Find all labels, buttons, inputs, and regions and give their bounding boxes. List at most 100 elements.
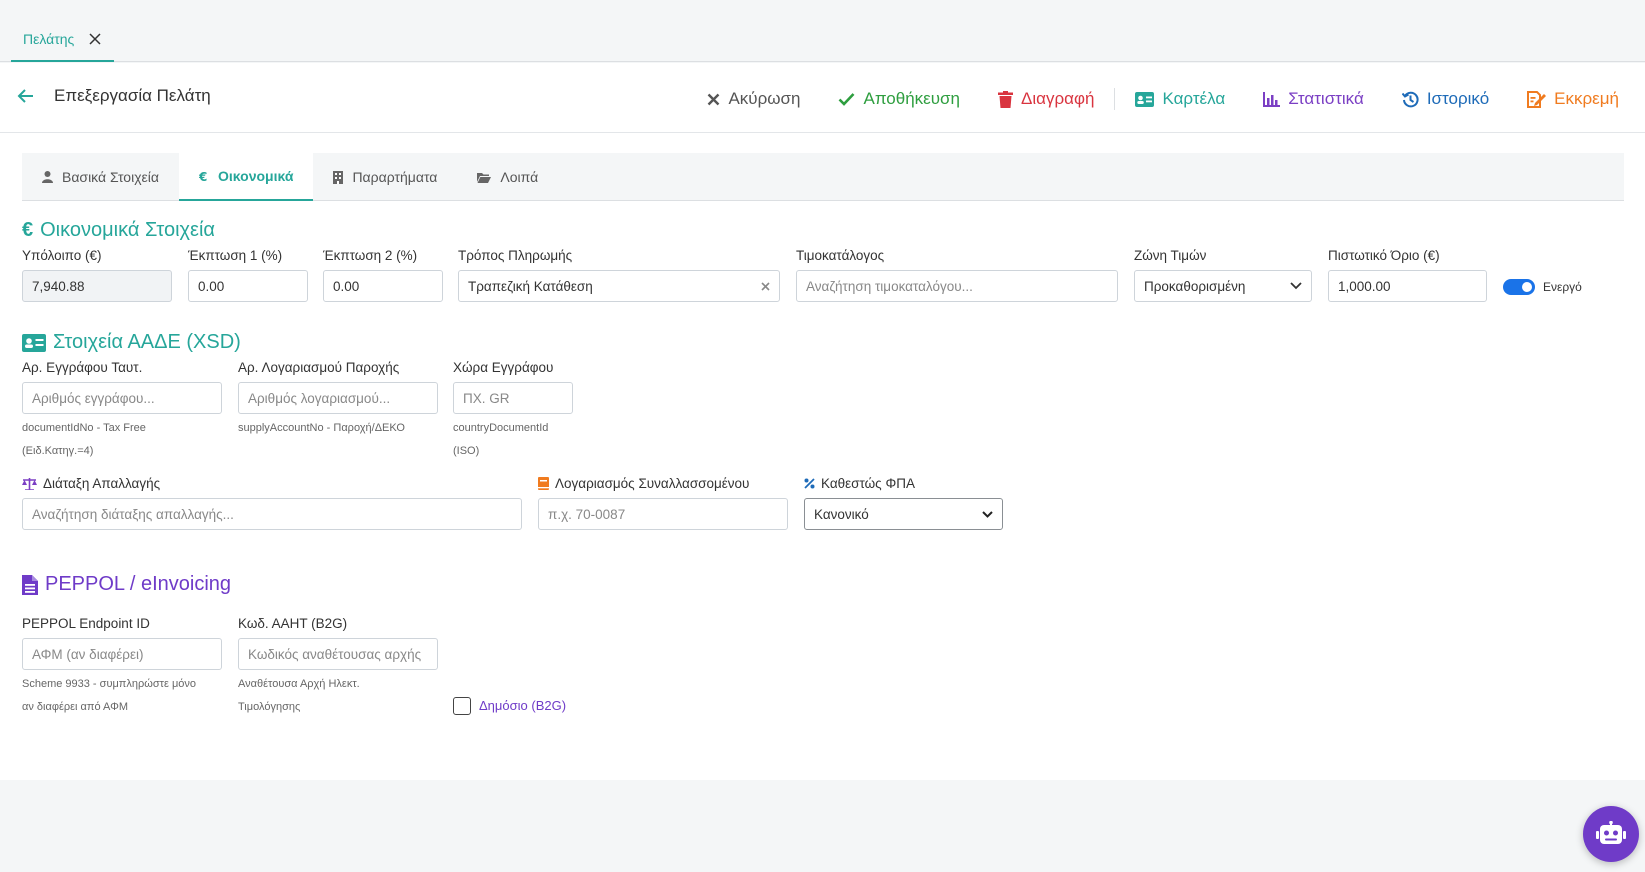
assistant-fab-button[interactable] (1583, 806, 1639, 862)
price-zone-label: Ζώνη Τιμών (1134, 248, 1207, 263)
peppol-endpoint-help-line2: αν διαφέρει από ΑΦΜ (22, 701, 129, 713)
financial-section-title: € Οικονομικά Στοιχεία (22, 219, 215, 242)
credit-limit-label: Πιστωτικό Όριο (€) (1328, 248, 1440, 263)
price-zone-select[interactable]: Προκαθορισμένη (1134, 270, 1312, 302)
country-document-help-line2: (ISO) (453, 445, 480, 457)
statistics-label: Στατιστικά (1288, 89, 1364, 108)
peppol-title-text: PEPPOL / eInvoicing (45, 573, 232, 595)
document-tabbar: Πελάτης (0, 18, 1645, 62)
aaht-code-help-line2: Τιμολόγησης (238, 701, 301, 713)
tab-basic-info-label: Βασικά Στοιχεία (62, 169, 160, 185)
country-document-input[interactable] (453, 382, 573, 414)
counterparty-account-label: Λογαριασμός Συναλλασσομένου (538, 476, 749, 491)
discount2-label: Έκπτωση 2 (%) (323, 248, 418, 263)
pending-icon (1527, 90, 1547, 108)
cancel-label: Ακύρωση (728, 89, 801, 108)
document-id-help-line2: (Ειδ.Κατηγ.=4) (22, 445, 94, 457)
card-label: Καρτέλα (1162, 89, 1226, 108)
statistics-button[interactable]: Στατιστικά (1263, 89, 1364, 109)
percent-icon (804, 478, 815, 489)
active-toggle[interactable] (1503, 279, 1535, 295)
trash-icon (998, 90, 1013, 108)
card-button[interactable]: Καρτέλα (1135, 89, 1225, 109)
pricelist-label: Τιμοκατάλογος (796, 248, 885, 263)
supply-account-input[interactable] (238, 382, 438, 414)
document-icon (22, 574, 38, 595)
check-icon (839, 93, 855, 106)
id-card-icon (22, 333, 46, 352)
credit-limit-field[interactable] (1328, 270, 1487, 302)
peppol-section-title: PEPPOL / eInvoicing (22, 573, 231, 596)
counterparty-account-input[interactable] (538, 498, 788, 530)
peppol-endpoint-input[interactable] (22, 638, 222, 670)
clear-icon[interactable] (761, 281, 770, 291)
tab-branches-label: Παραρτήματα (352, 169, 438, 185)
user-icon (42, 171, 53, 183)
delete-button[interactable]: Διαγραφή (998, 89, 1094, 109)
chevron-down-icon (982, 510, 993, 518)
pending-label: Εκκρεμή (1554, 89, 1619, 108)
exemption-search-input[interactable] (22, 498, 522, 530)
exemption-label: Διάταξη Απαλλαγής (22, 476, 160, 491)
vat-regime-value: Κανονικό (814, 506, 869, 522)
counterparty-account-label-text: Λογαριασμός Συναλλασσομένου (555, 476, 750, 491)
tab-customer[interactable]: Πελάτης (11, 18, 115, 62)
vat-regime-label-text: Καθεστώς ΦΠΑ (821, 476, 915, 491)
document-id-help-line1: documentIdNo - Tax Free (22, 422, 146, 434)
pending-button[interactable]: Εκκρεμή (1527, 89, 1619, 109)
peppol-endpoint-help-line1: Scheme 9933 - συμπληρώστε μόνο (22, 678, 197, 690)
history-icon (1401, 91, 1419, 107)
discount1-field[interactable] (188, 270, 308, 302)
main-panel: Επεξεργασία Πελάτη Ακύρωση Αποθήκευση Δι… (0, 63, 1645, 780)
peppol-endpoint-help: Scheme 9933 - συμπληρώστε μόνο αν διαφέρ… (22, 673, 196, 719)
payment-method-value: Τραπεζική Κατάθεση (468, 278, 593, 294)
cancel-button[interactable]: Ακύρωση (707, 89, 800, 109)
tab-branches[interactable]: Παραρτήματα (313, 153, 457, 201)
back-arrow-icon[interactable] (17, 87, 37, 107)
country-document-label: Χώρα Εγγράφου (453, 360, 554, 375)
book-icon (538, 477, 549, 490)
euro-icon: € (199, 170, 207, 182)
id-card-icon (1135, 91, 1155, 107)
public-b2g-checkbox[interactable] (453, 697, 471, 715)
aaht-code-input[interactable] (238, 638, 438, 670)
country-document-help-line1: countryDocumentId (453, 422, 549, 434)
price-zone-value: Προκαθορισμένη (1144, 278, 1246, 294)
vat-regime-label: Καθεστώς ΦΠΑ (804, 476, 915, 491)
toolbar-divider (1114, 88, 1116, 110)
tab-other[interactable]: Λοιπά (457, 153, 558, 201)
financial-title-text: Οικονομικά Στοιχεία (40, 219, 215, 241)
history-label: Ιστορικό (1426, 89, 1490, 108)
public-b2g-label[interactable]: Δημόσιο (B2G) (479, 698, 566, 713)
discount1-label: Έκπτωση 1 (%) (188, 248, 283, 263)
payment-method-select[interactable]: Τραπεζική Κατάθεση (458, 270, 780, 302)
section-tabs: Βασικά Στοιχεία € Οικονομικά Παραρτήματα… (22, 153, 1624, 201)
chevron-down-icon (1290, 282, 1302, 290)
close-icon (708, 93, 720, 105)
bar-chart-icon (1263, 91, 1281, 107)
balance-label: Υπόλοιπο (€) (22, 248, 102, 263)
svg-text:€: € (199, 170, 207, 182)
building-icon (333, 170, 344, 184)
folder-icon (477, 172, 492, 183)
action-toolbar: Ακύρωση Αποθήκευση Διαγραφή Καρτέλα Στατ… (707, 85, 1619, 113)
discount2-field[interactable] (323, 270, 443, 302)
history-button[interactable]: Ιστορικό (1401, 89, 1490, 109)
tab-financial[interactable]: € Οικονομικά (179, 153, 314, 201)
tab-customer-label: Πελάτης (23, 31, 75, 47)
aaht-code-help: Αναθέτουσα Αρχή Ηλεκτ. Τιμολόγησης (238, 673, 360, 719)
balance-field[interactable] (22, 270, 172, 302)
tab-basic-info[interactable]: Βασικά Στοιχεία (22, 153, 179, 201)
payment-method-label: Τρόπος Πληρωμής (458, 248, 573, 263)
active-label: Ενεργό (1543, 280, 1582, 294)
tab-financial-label: Οικονομικά (218, 168, 294, 184)
aade-title-text: Στοιχεία ΑΑΔΕ (XSD) (53, 331, 241, 353)
close-icon[interactable] (88, 32, 102, 46)
euro-icon: € (22, 219, 34, 241)
aaht-code-label: Κωδ. ΑΑΗΤ (B2G) (238, 616, 348, 631)
save-button[interactable]: Αποθήκευση (838, 89, 960, 109)
supply-account-label: Αρ. Λογαριασμού Παροχής (238, 360, 400, 375)
document-id-input[interactable] (22, 382, 222, 414)
vat-regime-select[interactable]: Κανονικό (804, 498, 1003, 530)
pricelist-search-input[interactable] (796, 270, 1118, 302)
